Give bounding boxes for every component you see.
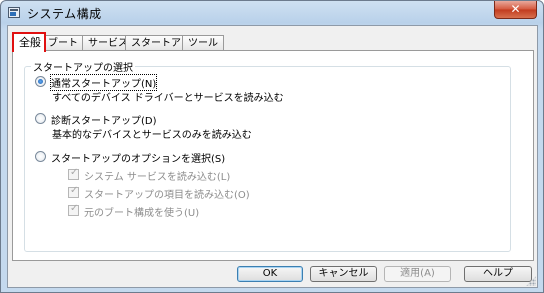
checkbox-label: 元のブート構成を使う(U) — [84, 208, 200, 219]
radio-description: すべてのデバイス ドライバーとサービスを読み込む — [52, 93, 284, 104]
ok-button[interactable]: OK — [237, 266, 303, 282]
radio-button[interactable] — [35, 76, 46, 87]
radio-button[interactable] — [35, 151, 46, 162]
close-button[interactable]: ✕ — [494, 1, 537, 19]
checkbox[interactable] — [68, 203, 79, 216]
window-title: システム構成 — [27, 7, 102, 21]
checkbox[interactable] — [68, 167, 79, 180]
system-config-window: システム構成 ✕ ブート サービス スタートアップ ツール 全般 スタートアップ… — [0, 0, 544, 293]
title-bar[interactable]: システム構成 ✕ — [1, 1, 543, 25]
tab-boot[interactable]: ブート — [42, 35, 84, 51]
radio-label[interactable]: 診断スタートアップ(D) — [51, 112, 157, 127]
checkbox-label: システム サービスを読み込む(L) — [84, 172, 231, 183]
radio-label[interactable]: スタートアップのオプションを選択(S) — [51, 150, 225, 165]
close-icon: ✕ — [510, 2, 521, 16]
radio-label[interactable]: 通常スタートアップ(N) — [49, 74, 158, 91]
checkbox-label: スタートアップの項目を読み込む(O) — [84, 190, 250, 201]
help-button[interactable]: ヘルプ — [464, 266, 532, 282]
dialog-body: ブート サービス スタートアップ ツール 全般 スタートアップの選択 通常スター… — [7, 25, 538, 288]
group-legend: スタートアップの選択 — [31, 59, 135, 74]
radio-button[interactable] — [35, 113, 46, 124]
msconfig-icon[interactable] — [8, 7, 20, 18]
tab-tools[interactable]: ツール — [182, 35, 224, 51]
startup-selection-group: スタートアップの選択 通常スタートアップ(N) すべてのデバイス ドライバーとサ… — [24, 59, 511, 252]
general-tab-panel: スタートアップの選択 通常スタートアップ(N) すべてのデバイス ドライバーとサ… — [12, 50, 534, 261]
apply-button: 適用(A) — [384, 266, 451, 282]
cancel-button[interactable]: キャンセル — [310, 266, 377, 282]
tab-general[interactable]: 全般 — [12, 32, 46, 52]
checkbox[interactable] — [68, 185, 79, 198]
radio-description: 基本的なデバイスとサービスのみを読み込む — [52, 130, 252, 141]
